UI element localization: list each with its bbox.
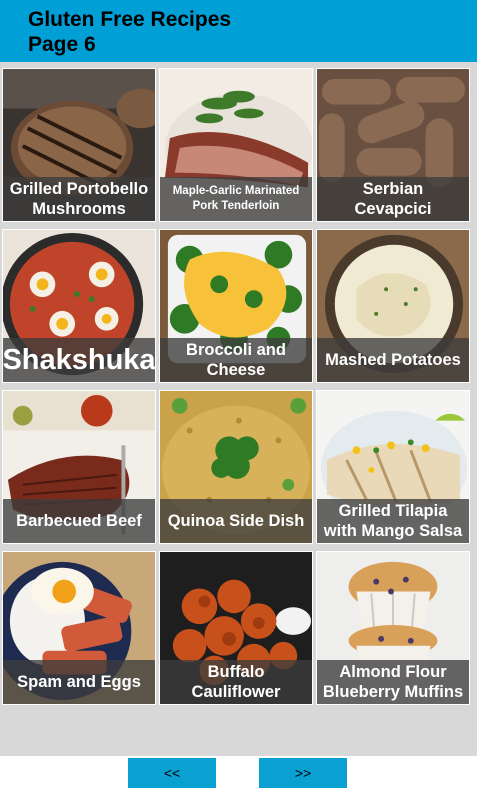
recipe-tile-quinoa[interactable]: Quinoa Side Dish	[159, 390, 313, 544]
app-header: Gluten Free Recipes Page 6	[0, 0, 477, 62]
recipe-label: Grilled Portobello Mushrooms	[3, 177, 155, 221]
recipe-tile-blueberry-muffins[interactable]: Almond Flour Blueberry Muffins	[316, 551, 470, 705]
page-number: Page 6	[28, 33, 96, 56]
recipe-tile-cevapcici[interactable]: Serbian Cevapcici	[316, 68, 470, 222]
recipe-tile-spam-eggs[interactable]: Spam and Eggs	[2, 551, 156, 705]
recipe-label: Grilled Tilapia with Mango Salsa	[317, 499, 469, 543]
recipe-tile-grilled-portobello[interactable]: Grilled Portobello Mushrooms	[2, 68, 156, 222]
recipe-label: Mashed Potatoes	[317, 338, 469, 382]
recipe-label: Broccoli and Cheese	[160, 338, 312, 382]
pagination-bar	[0, 756, 477, 800]
recipe-tile-shakshuka[interactable]: Shakshuka	[2, 229, 156, 383]
recipe-label: Quinoa Side Dish	[160, 499, 312, 543]
recipe-grid: Grilled Portobello Mushrooms Maple-Garlic…	[0, 62, 477, 756]
next-page-button[interactable]: >>	[259, 758, 347, 788]
recipe-tile-pork-tenderloin[interactable]: Maple-Garlic Marinated Pork Tenderloin	[159, 68, 313, 222]
recipe-label: Almond Flour Blueberry Muffins	[317, 660, 469, 704]
recipe-label: Maple-Garlic Marinated Pork Tenderloin	[160, 177, 312, 221]
recipe-label: Shakshuka	[3, 338, 155, 382]
recipe-tile-barbecued-beef[interactable]: Barbecued Beef	[2, 390, 156, 544]
recipe-tile-buffalo-cauliflower[interactable]: Buffalo Cauliflower	[159, 551, 313, 705]
recipe-label: Buffalo Cauliflower	[160, 660, 312, 704]
page-title: Gluten Free Recipes	[28, 8, 232, 31]
recipe-label: Spam and Eggs	[3, 660, 155, 704]
recipe-label: Serbian Cevapcici	[317, 177, 469, 221]
recipe-tile-broccoli-cheese[interactable]: Broccoli and Cheese	[159, 229, 313, 383]
recipe-tile-mashed-potatoes[interactable]: Mashed Potatoes	[316, 229, 470, 383]
recipe-label: Barbecued Beef	[3, 499, 155, 543]
recipe-tile-tilapia[interactable]: Grilled Tilapia with Mango Salsa	[316, 390, 470, 544]
previous-page-button[interactable]: <<	[128, 758, 216, 788]
